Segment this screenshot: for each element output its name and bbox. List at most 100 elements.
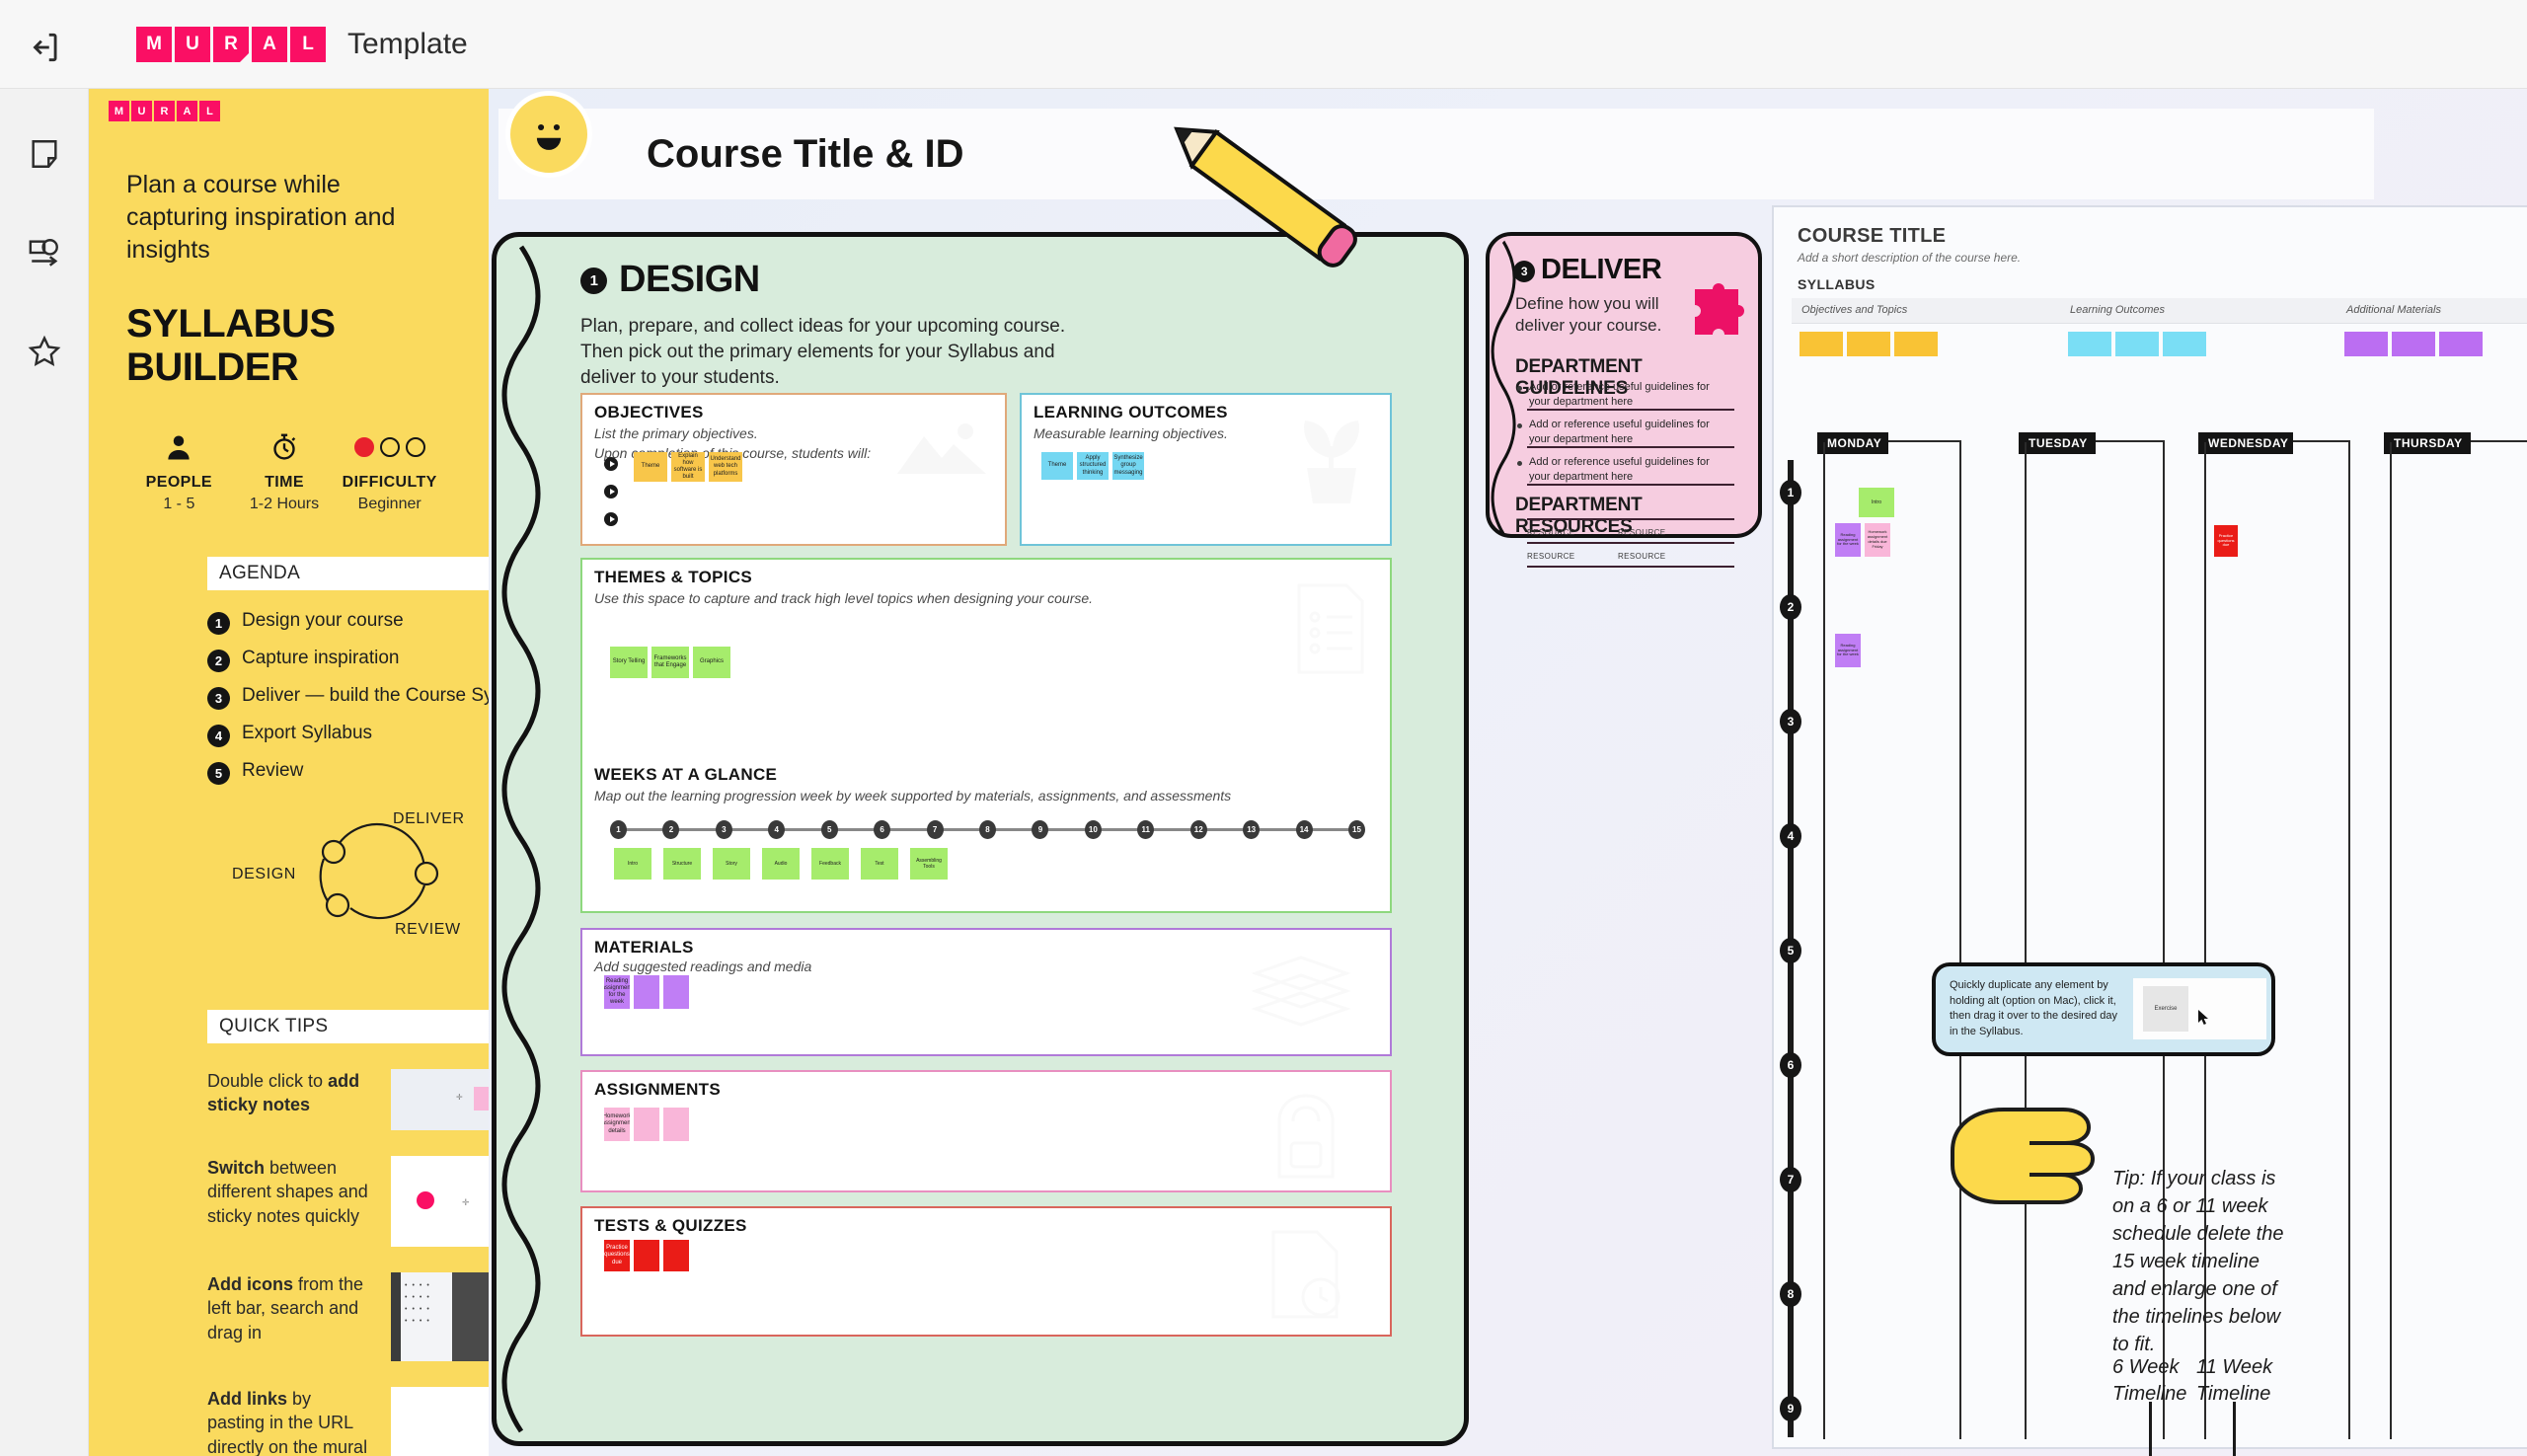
week-dot[interactable]: 12 (1189, 820, 1207, 839)
week-dot[interactable]: 1 (610, 820, 627, 839)
week-sticky-note[interactable]: Feedback (811, 848, 849, 880)
week-dot[interactable]: 11 (1137, 820, 1155, 839)
sticky-note[interactable]: Homework assignment details (604, 1108, 630, 1141)
week-dot[interactable]: 14 (1295, 820, 1313, 839)
agenda-item[interactable]: 1 Design your course (207, 610, 489, 635)
eleven-week-timeline-spine (2233, 1402, 2236, 1456)
mural-canvas[interactable]: Course Title & ID 1 DESIGN Plan, prepare… (489, 89, 2527, 1456)
sticky-note[interactable] (663, 1108, 689, 1141)
mural-logo[interactable]: M U R A L (136, 26, 326, 62)
sticky-note[interactable] (634, 975, 659, 1009)
top-bar: M U R A L Template (0, 0, 2527, 89)
sticky-note[interactable]: Frameworks that Engage (651, 647, 689, 678)
resource-label[interactable]: RESOURCE (1527, 552, 1575, 561)
week-dot[interactable]: 13 (1243, 820, 1261, 839)
week-sticky-note[interactable]: Story (713, 848, 750, 880)
syllabus-chip[interactable] (1894, 332, 1938, 356)
duplicate-demo-sticky[interactable]: Exercise (2143, 986, 2188, 1032)
sticky-note[interactable]: Understand web tech platforms (709, 452, 742, 482)
learning-outcomes-card[interactable]: LEARNING OUTCOMES Measurable learning ob… (1020, 393, 1392, 546)
shapes-icon[interactable] (19, 227, 70, 278)
design-board[interactable]: 1 DESIGN Plan, prepare, and collect idea… (492, 232, 1469, 1446)
week-node[interactable]: 8 (1780, 1281, 1801, 1307)
sticky-note[interactable]: Graphics (693, 647, 730, 678)
exit-icon[interactable] (19, 22, 70, 73)
week-sticky-note[interactable]: Test (861, 848, 898, 880)
day-header-wednesday: WEDNESDAY (2198, 432, 2293, 454)
syllabus-chip[interactable] (2115, 332, 2159, 356)
sticky-note[interactable] (634, 1108, 659, 1141)
agenda-item[interactable]: 4 Export Syllabus (207, 723, 489, 747)
syllabus-column-header: Objectives and Topics (1801, 304, 1908, 316)
sticky-note[interactable]: Theme (634, 452, 667, 482)
sticky-note[interactable] (634, 1240, 659, 1271)
sticky-note[interactable] (663, 975, 689, 1009)
sticky-note[interactable]: Reading assignment for the week (604, 975, 630, 1009)
course-title[interactable]: Course Title & ID (647, 132, 964, 177)
week-node[interactable]: 9 (1780, 1396, 1801, 1421)
cycle-label-deliver: DELIVER (393, 810, 465, 827)
day-header-tuesday: TUESDAY (2019, 432, 2096, 454)
week-dot[interactable]: 5 (820, 820, 838, 839)
sticky-note[interactable]: Theme (1041, 452, 1073, 480)
themes-topics-card[interactable]: THEMES & TOPICS Use this space to captur… (580, 558, 1392, 913)
syllabus-chip[interactable] (1800, 332, 1843, 356)
week-node[interactable]: 4 (1780, 823, 1801, 849)
week-dot[interactable]: 10 (1084, 820, 1102, 839)
week-dot[interactable]: 6 (874, 820, 891, 839)
sticky-note[interactable]: Practice questions due (604, 1240, 630, 1271)
week-sticky-note[interactable]: Assembling Tools (910, 848, 948, 880)
week-dot[interactable]: 3 (715, 820, 732, 839)
week-node[interactable]: 3 (1780, 709, 1801, 734)
arrow-bullet (604, 457, 618, 471)
guideline-item[interactable]: Add or reference useful guidelines for y… (1529, 455, 1726, 485)
assignments-card[interactable]: ASSIGNMENTS Homework assignment details (580, 1070, 1392, 1192)
week-dot[interactable]: 7 (926, 820, 944, 839)
agenda-item[interactable]: 5 Review (207, 760, 489, 785)
week-sticky-note[interactable]: Intro (614, 848, 651, 880)
week-dot[interactable]: 4 (768, 820, 786, 839)
week-node[interactable]: 6 (1780, 1052, 1801, 1078)
sticky-note-icon[interactable] (19, 128, 70, 180)
calendar-sticky[interactable]: Intro (1859, 488, 1894, 517)
syllabus-chip[interactable] (2163, 332, 2206, 356)
calendar-sticky[interactable]: Reading assignment for the week (1835, 523, 1861, 557)
resource-label[interactable]: RESOURCE (1618, 528, 1666, 537)
week-node[interactable]: 7 (1780, 1167, 1801, 1192)
week-dot[interactable]: 9 (1032, 820, 1049, 839)
materials-card[interactable]: MATERIALS Add suggested readings and med… (580, 928, 1392, 1056)
card-subtitle: Measurable learning objectives. (1034, 425, 1228, 441)
star-icon[interactable] (19, 326, 70, 377)
guideline-item[interactable]: Add or reference useful guidelines for y… (1529, 380, 1726, 410)
sticky-note[interactable]: Synthesize group messaging (1112, 452, 1144, 480)
week-sticky-note[interactable]: Audio (762, 848, 800, 880)
syllabus-chip[interactable] (2344, 332, 2388, 356)
guideline-item[interactable]: Add or reference useful guidelines for y… (1529, 418, 1726, 447)
sticky-note[interactable] (663, 1240, 689, 1271)
agenda-item[interactable]: 2 Capture inspiration (207, 648, 489, 672)
week-dot[interactable]: 8 (979, 820, 996, 839)
objectives-card[interactable]: OBJECTIVES List the primary objectives. U… (580, 393, 1007, 546)
syllabus-chip[interactable] (1847, 332, 1890, 356)
syllabus-chip[interactable] (2068, 332, 2111, 356)
week-node[interactable]: 5 (1780, 938, 1801, 963)
agenda-item[interactable]: 3 Deliver — build the Course Syllabus (207, 685, 489, 710)
week-dot[interactable]: 2 (662, 820, 680, 839)
calendar-sticky[interactable]: Practice questions due (2214, 525, 2238, 557)
calendar-sticky[interactable]: Homework assignment details due Friday (1865, 523, 1890, 557)
syllabus-chip[interactable] (2392, 332, 2435, 356)
resource-label[interactable]: RESOURCE (1527, 528, 1575, 537)
week-dot[interactable]: 15 (1348, 820, 1365, 839)
syllabus-chip[interactable] (2439, 332, 2483, 356)
week-node[interactable]: 1 (1780, 480, 1801, 505)
tests-quizzes-card[interactable]: TESTS & QUIZZES Practice questions due (580, 1206, 1392, 1337)
resource-label[interactable]: RESOURCE (1618, 552, 1666, 561)
sticky-note[interactable]: Explain how software is built (671, 452, 705, 482)
sticky-note[interactable]: Story Telling (610, 647, 648, 678)
week-sticky-note[interactable]: Structure (663, 848, 701, 880)
week-node[interactable]: 2 (1780, 594, 1801, 620)
deliver-board[interactable]: 3 DELIVER Define how you will deliver yo… (1486, 232, 1762, 568)
calendar-sticky[interactable]: Reading assignment for the week (1835, 634, 1861, 667)
agenda-number: 2 (207, 650, 230, 672)
sticky-note[interactable]: Apply structured thinking (1077, 452, 1109, 480)
